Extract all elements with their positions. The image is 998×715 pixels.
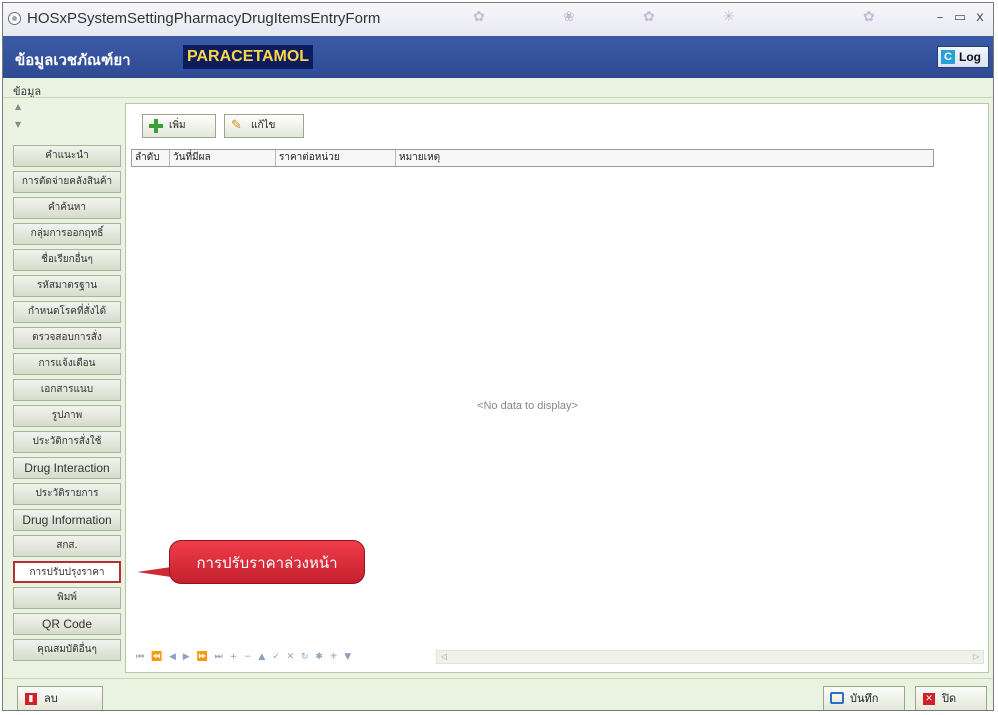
form-header: ข้อมูลเวชภัณฑ์ยา PARACETAMOL C Log bbox=[3, 36, 993, 78]
trash-icon: ▮ bbox=[25, 693, 37, 705]
sidebar-item-print[interactable]: พิมพ์ bbox=[13, 587, 121, 609]
add-button-label: เพิ่ม bbox=[169, 120, 186, 131]
close-window-button[interactable]: x bbox=[971, 9, 989, 27]
sidebar-item-alerts[interactable]: การแจ้งเตือน bbox=[13, 353, 121, 375]
divider bbox=[3, 678, 993, 679]
callout-text: การปรับราคาล่วงหน้า bbox=[196, 554, 338, 572]
scroll-left-icon[interactable]: ◁ bbox=[441, 652, 447, 661]
close-button-label: ปิด bbox=[942, 692, 957, 705]
sidebar-nav: คำแนะนำ การตัดจ่ายคลังสินค้า คำค้นหา กลุ… bbox=[13, 145, 125, 665]
callout-pointer bbox=[137, 567, 171, 577]
sidebar-item-other-properties[interactable]: คุณสมบัติอื่นๆ bbox=[13, 639, 121, 661]
sidebar-item-order-check[interactable]: ตรวจสอบการสั่ง bbox=[13, 327, 121, 349]
close-icon: ✕ bbox=[923, 693, 935, 705]
sidebar-item-advice[interactable]: คำแนะนำ bbox=[13, 145, 121, 167]
edit-button[interactable]: ✎ แก้ไข bbox=[224, 114, 304, 138]
decor-flower-icon: ✿ bbox=[643, 9, 655, 25]
column-header-unit-price[interactable]: ราคาต่อหน่วย bbox=[276, 150, 396, 166]
sidebar-item-stock-dispense[interactable]: การตัดจ่ายคลังสินค้า bbox=[13, 171, 121, 193]
nav-scroll: ▲ ▼ bbox=[7, 100, 125, 144]
sidebar-item-attachments[interactable]: เอกสารแนบ bbox=[13, 379, 121, 401]
close-button[interactable]: ✕ ปิด bbox=[915, 686, 987, 710]
save-button-label: บันทึก bbox=[850, 692, 879, 705]
edit-button-label: แก้ไข bbox=[251, 120, 276, 131]
nav-scroll-up-icon[interactable]: ▲ bbox=[15, 102, 21, 111]
delete-button[interactable]: ▮ ลบ bbox=[17, 686, 103, 710]
maximize-button[interactable]: ▭ bbox=[951, 9, 969, 27]
column-header-remark[interactable]: หมายเหตุ bbox=[396, 150, 933, 166]
decor-flower-icon: ✿ bbox=[473, 9, 485, 25]
column-header-effective-date[interactable]: วันที่มีผล bbox=[170, 150, 276, 166]
nav-scroll-down-icon[interactable]: ▼ bbox=[15, 120, 21, 129]
sidebar-item-cscd[interactable]: สกส. bbox=[13, 535, 121, 557]
sidebar-item-price-update[interactable]: การปรับปรุงราคา bbox=[13, 561, 121, 583]
sidebar-item-drug-interaction[interactable]: Drug Interaction bbox=[13, 457, 121, 479]
decor-flower-icon: ✿ bbox=[863, 9, 875, 25]
log-button[interactable]: C Log bbox=[937, 46, 989, 68]
divider bbox=[3, 97, 993, 98]
sidebar-item-usage-history[interactable]: ประวัติการสั่งใช้ bbox=[13, 431, 121, 453]
price-update-panel: เพิ่ม ✎ แก้ไข ลำดับ วันที่มีผล ราคาต่อหน… bbox=[125, 103, 989, 673]
drug-name-label: PARACETAMOL bbox=[183, 45, 314, 69]
save-icon bbox=[830, 692, 844, 704]
log-icon: C bbox=[941, 50, 955, 64]
column-header-seq[interactable]: ลำดับ bbox=[132, 150, 170, 166]
title-bar: HOSxPSystemSettingPharmacyDrugItemsEntry… bbox=[3, 3, 993, 37]
window: HOSxPSystemSettingPharmacyDrugItemsEntry… bbox=[2, 2, 994, 711]
decor-star-icon: ✳ bbox=[723, 9, 735, 25]
minimize-button[interactable]: – bbox=[931, 9, 949, 27]
sidebar-item-allowed-diseases[interactable]: กำหนดโรคที่สั่งได้ bbox=[13, 301, 121, 323]
sidebar-item-search-keywords[interactable]: คำค้นหา bbox=[13, 197, 121, 219]
sidebar-item-drug-information[interactable]: Drug Information bbox=[13, 509, 121, 531]
scroll-right-icon[interactable]: ▷ bbox=[973, 652, 979, 661]
save-button[interactable]: บันทึก bbox=[823, 686, 905, 710]
log-button-label: Log bbox=[959, 50, 981, 64]
sidebar-item-qr-code[interactable]: QR Code bbox=[13, 613, 121, 635]
add-button[interactable]: เพิ่ม bbox=[142, 114, 216, 138]
sidebar-item-action-group[interactable]: กลุ่มการออกฤทธิ์ bbox=[13, 223, 121, 245]
delete-button-label: ลบ bbox=[44, 692, 58, 705]
window-title: HOSxPSystemSettingPharmacyDrugItemsEntry… bbox=[27, 10, 381, 27]
grid-navigator[interactable]: ⏮ ⏪ ◀ ▶ ⏩ ⏭ + − ▲ ✓ ✕ ↻ ✱ ✳ ▼ bbox=[136, 652, 353, 662]
pencil-icon: ✎ bbox=[231, 118, 242, 133]
form-title: ข้อมูลเวชภัณฑ์ยา bbox=[15, 51, 131, 69]
plus-icon bbox=[149, 119, 163, 133]
sidebar-item-other-names[interactable]: ชื่อเรียกอื่นๆ bbox=[13, 249, 121, 271]
sidebar-item-images[interactable]: รูปภาพ bbox=[13, 405, 121, 427]
sidebar-item-item-history[interactable]: ประวัติรายการ bbox=[13, 483, 121, 505]
horizontal-scrollbar[interactable]: ◁ ▷ bbox=[436, 650, 984, 664]
empty-grid-message: <No data to display> bbox=[477, 400, 578, 412]
app-icon bbox=[8, 12, 21, 25]
sidebar-item-standard-codes[interactable]: รหัสมาตรฐาน bbox=[13, 275, 121, 297]
callout-annotation: การปรับราคาล่วงหน้า bbox=[169, 540, 365, 584]
grid-header: ลำดับ วันที่มีผล ราคาต่อหน่วย หมายเหตุ bbox=[131, 149, 934, 167]
decor-butterfly-icon: ❀ bbox=[563, 9, 575, 25]
